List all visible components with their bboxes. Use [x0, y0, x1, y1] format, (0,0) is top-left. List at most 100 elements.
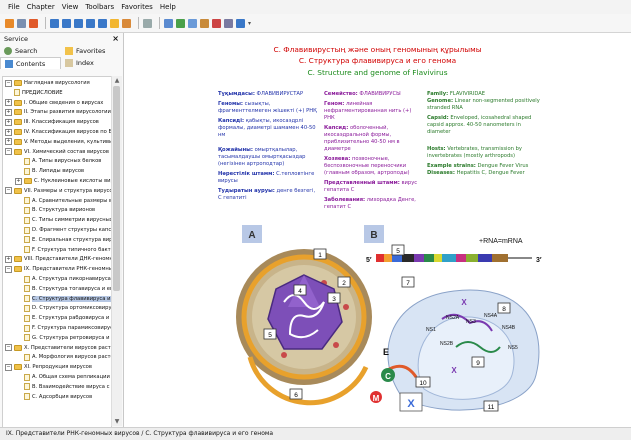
tree-expander[interactable]: +	[5, 99, 12, 107]
tab-search[interactable]: Search	[0, 45, 61, 57]
tree-node[interactable]: D. Структура ортомиксовирус	[15, 304, 111, 312]
tool-icon[interactable]	[200, 18, 209, 28]
tree-expander[interactable]: −	[5, 187, 12, 195]
tree-node[interactable]: − XI. Репродукция вирусов	[5, 363, 92, 371]
tree-node[interactable]: C. Типы симметрии вирусных	[15, 216, 111, 224]
refresh-icon[interactable]	[74, 18, 83, 28]
tree-node[interactable]: F. Структура типичного бактер	[15, 246, 112, 254]
title-en: C. Structure and genome of Flavivirus	[307, 68, 448, 77]
document-icon	[24, 157, 30, 165]
tree-node[interactable]: − Наглядная вирусология	[5, 79, 90, 87]
chevron-down-icon[interactable]: ▾	[248, 20, 251, 27]
tree-scrollbar[interactable]: ▲ ▼	[111, 76, 122, 426]
tree-node[interactable]: − VI. Химический состав вирусов	[5, 148, 109, 156]
scroll-up-icon[interactable]: ▲	[112, 76, 122, 85]
stop-icon[interactable]	[62, 18, 71, 28]
tab-index[interactable]: Index	[61, 57, 122, 69]
tree-node[interactable]: B. Структура тогавируса и его	[15, 285, 111, 293]
tree-expander[interactable]: −	[5, 363, 12, 371]
tree-node[interactable]: A. Морфология вирусов расте	[15, 353, 111, 361]
tree-node[interactable]: − VII. Размеры и структура вирусов	[5, 187, 111, 195]
tree-node[interactable]: ПРЕДИСЛОВИЕ	[5, 89, 63, 97]
menu-favorites[interactable]: Favorites	[121, 3, 153, 11]
home-icon[interactable]	[5, 18, 14, 28]
tree-node[interactable]: A. Общая схема репликации в	[15, 373, 111, 381]
tree-node[interactable]: D. Фрагмент структуры капси	[15, 226, 111, 234]
tree-node[interactable]: + IV. Классификация вирусов по Ба	[5, 128, 111, 136]
menu-chapter[interactable]: Chapter	[27, 3, 55, 11]
ns5-label: NS5	[508, 345, 518, 351]
ns4a-label: NS4A	[484, 313, 498, 319]
tree-node[interactable]: + II. Этапы развития вирусологии	[5, 108, 111, 116]
menu-view[interactable]: View	[62, 3, 79, 11]
callout-8: 8	[497, 302, 511, 314]
folder-icon	[14, 80, 22, 86]
image-icon[interactable]	[188, 18, 197, 28]
svg-text:6: 6	[294, 392, 298, 399]
list-icon[interactable]	[17, 18, 26, 28]
svg-text:5: 5	[396, 248, 400, 255]
tree-node[interactable]: F. Структура парамиксовирус	[15, 324, 111, 332]
folder-icon[interactable]	[110, 18, 119, 28]
chart-icon[interactable]	[176, 18, 185, 28]
menu-help[interactable]: Help	[160, 3, 176, 11]
tree-node-label: F. Структура типичного бактер	[32, 246, 112, 253]
tree-node[interactable]: + VIII. Представители ДНК-геномны	[5, 255, 111, 263]
tree-node[interactable]: + III. Классификация вирусов	[5, 118, 99, 126]
pen-icon[interactable]	[224, 18, 233, 28]
tree-expander[interactable]: −	[5, 79, 12, 87]
tree-node[interactable]: A. Структура пикорнавируса и	[15, 275, 111, 283]
tree-node[interactable]: C. Структура флавивируса и е	[15, 295, 111, 303]
tree-node-label: A. Типы вирусных белков	[32, 158, 102, 165]
genome-key: Геномы:	[218, 101, 243, 107]
tree-node[interactable]: A. Типы вирусных белков	[15, 157, 101, 165]
view-icon[interactable]	[164, 18, 173, 28]
toolbar-separator	[159, 17, 160, 29]
tree-expander[interactable]: +	[5, 138, 12, 146]
menu-toolbars[interactable]: Toolbars	[85, 3, 114, 11]
forward-icon[interactable]	[50, 18, 59, 28]
tree-node[interactable]: + V. Методы выделения, культивир	[5, 138, 111, 146]
scroll-down-icon[interactable]: ▼	[112, 417, 122, 426]
tree-node[interactable]: A. Сравнительные размеры ви	[15, 197, 111, 205]
tree-expander[interactable]: +	[5, 108, 12, 116]
bookmark-icon[interactable]	[98, 18, 107, 28]
tree-expander[interactable]: +	[5, 255, 12, 263]
tree-node[interactable]: G. Структура ретровируса и е	[15, 334, 111, 342]
tree-node[interactable]: + C. Нуклеиновые кислоты виру	[15, 177, 111, 185]
print-icon[interactable]	[86, 18, 95, 28]
search-icon[interactable]	[143, 18, 152, 28]
close-icon[interactable]: ×	[112, 35, 119, 43]
back-icon[interactable]	[29, 18, 38, 28]
folder-icon	[24, 178, 32, 184]
tree-node[interactable]: C. Адсорбция вирусов	[15, 393, 92, 401]
pin-icon[interactable]	[212, 18, 221, 28]
host-key: Hosts:	[427, 146, 446, 152]
tree-expander[interactable]: −	[5, 344, 12, 352]
tab-favorites[interactable]: Favorites	[61, 45, 122, 57]
folder-icon	[14, 148, 22, 155]
save-icon[interactable]	[236, 18, 245, 28]
tree-node[interactable]: − IX. Представители РНК-геномных	[5, 265, 111, 273]
tree-node-label: B. Липиды вирусов	[32, 168, 85, 175]
tree-expander[interactable]: +	[5, 118, 12, 126]
tree-node[interactable]: B. Структура вирионов	[15, 206, 95, 214]
tree-expander[interactable]: −	[5, 265, 12, 273]
tree-expander[interactable]: −	[5, 148, 12, 156]
scrollbar-thumb[interactable]	[113, 86, 120, 291]
menu-file[interactable]: File	[8, 3, 20, 11]
edit-icon[interactable]	[122, 18, 131, 28]
tree-expander[interactable]: +	[5, 128, 12, 136]
tree-node[interactable]: E. Структура рабдовируса и е	[15, 314, 111, 322]
tree-node[interactable]: + I. Общие сведения о вирусах	[5, 99, 103, 107]
tree-node[interactable]: − X. Представители вирусов растен	[5, 344, 111, 352]
tree-node[interactable]: B. Взаимодействие вируса с р	[15, 383, 111, 391]
tree-node[interactable]: E. Спиральная структура виру	[15, 236, 111, 244]
tab-contents[interactable]: Contents	[0, 57, 61, 69]
host-key: Қожайыны:	[218, 147, 253, 153]
tree-node-label: C. Структура флавивируса и е	[32, 295, 111, 302]
tree-expander[interactable]: +	[15, 177, 22, 185]
svg-text:2: 2	[342, 280, 346, 287]
column-ru: Семейство: ФЛАВИВИРУСЫ Геном: линейная н…	[324, 91, 422, 214]
tree-node[interactable]: B. Липиды вирусов	[15, 167, 84, 175]
